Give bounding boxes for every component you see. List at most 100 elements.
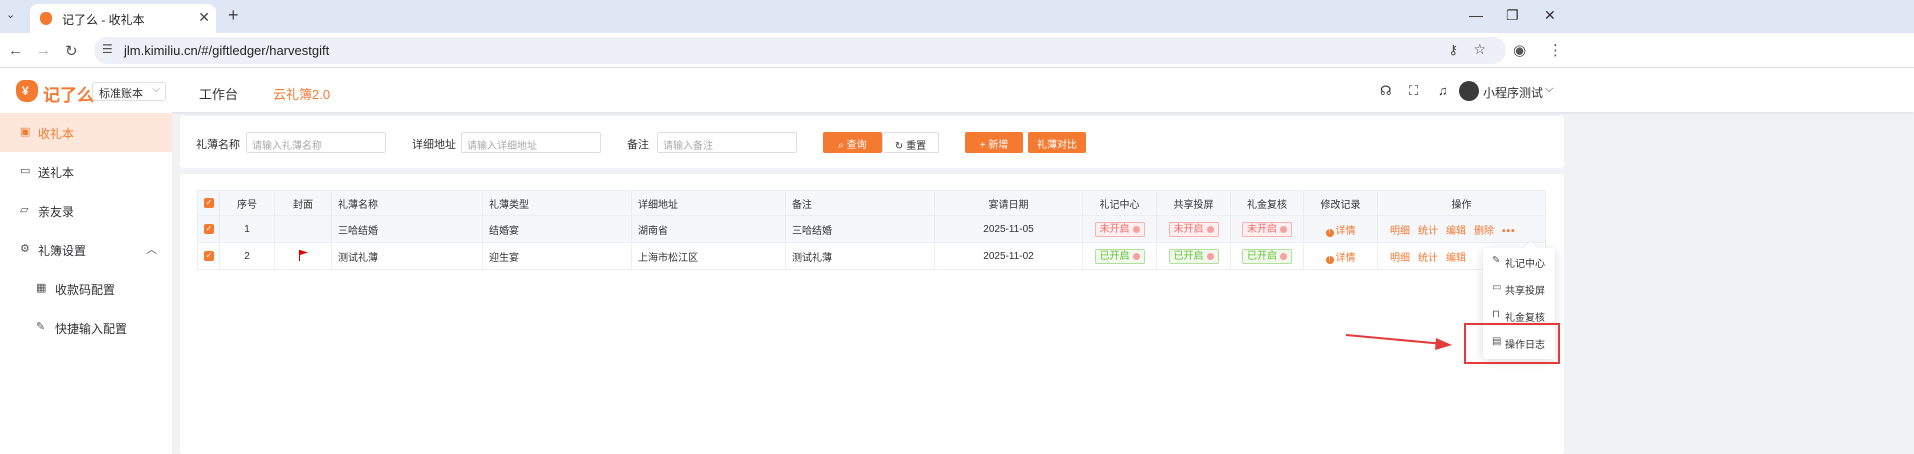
address-label: 详细地址 [412,139,456,151]
detail-action[interactable]: 明细 [1390,253,1410,264]
detail-link[interactable]: ! 详情 [1325,253,1356,264]
col-header: 礼记中心 [1082,190,1157,216]
logo-text: 记了么 [43,86,94,105]
headset-icon[interactable]: ☊ [1380,83,1392,99]
sidebar-item-contacts[interactable]: ▱ 亲友录 [0,191,172,230]
folder-icon: ▱ [20,204,29,216]
add-button[interactable]: + 新增 [965,132,1023,153]
row-checkbox[interactable]: ✓ [197,215,220,243]
check-icon: ✓ [204,223,214,234]
new-tab-icon[interactable]: + [228,5,239,26]
restore-icon[interactable]: ❐ [1506,7,1519,24]
chevron-up-icon: ︿ [146,244,157,256]
chevron-down-icon: ⌵ [152,84,160,95]
name-input[interactable]: 请输入礼薄名称 [246,132,386,153]
cell-no: 1 [219,215,275,243]
sidebar-item-label: 礼簿设置 [38,244,87,258]
username[interactable]: 小程序测试 [1483,84,1543,101]
sidebar-item-receive-book[interactable]: ▣ 收礼本 [0,113,172,152]
forward-icon[interactable]: → [36,42,51,59]
browser-tab-bar: ⌄ 记了么 - 收礼本 ✕ + — ❐ ✕ [0,0,1914,33]
row-checkbox[interactable]: ✓ [197,242,220,270]
cell-review: 未开启 [1230,215,1304,243]
stats-action[interactable]: 统计 [1418,226,1438,237]
cell-address: 上海市松江区 [631,242,786,270]
status-badge[interactable]: 已开启 [1168,248,1219,264]
search-panel: 礼薄名称 请输入礼薄名称 详细地址 请输入详细地址 备注 请输入备注 ⌕ 查询 … [180,116,1564,168]
status-badge[interactable]: 未开启 [1168,221,1219,237]
col-header: 封面 [274,190,332,216]
browser-menu-icon[interactable]: ⋮ [1548,41,1563,59]
status-badge[interactable]: 已开启 [1242,248,1292,264]
table-panel: ✓ 序号 封面 礼薄名称 礼薄类型 详细地址 备注 宴请日期 礼记中心 共享投屏… [180,174,1564,454]
more-icon[interactable]: ••• [1502,226,1516,237]
query-button[interactable]: ⌕ 查询 [823,132,882,153]
status-badge[interactable]: 未开启 [1242,221,1292,237]
monitor-icon: ▭ [1492,282,1502,293]
cell-center: 未开启 [1082,215,1157,243]
col-header: 礼金复核 [1230,190,1304,216]
bell-icon[interactable]: ♫ [1438,83,1448,98]
detail-action[interactable]: 明细 [1390,226,1410,237]
add-button-label: 新增 [988,140,1009,151]
status-dot-icon [1132,252,1140,260]
user-chevron-down-icon[interactable]: ⌵ [1545,83,1553,96]
query-button-label: 查询 [846,140,867,151]
status-text: 未开启 [1247,223,1277,235]
url-field[interactable]: ☰ jlm.kimiliu.cn/#/giftledger/harvestgif… [94,37,1506,64]
fullscreen-icon[interactable]: ⛶ [1409,83,1418,99]
menu-item-label: 礼记中心 [1505,259,1545,270]
back-icon[interactable]: ← [8,42,23,59]
cell-name: 三哈结婚 [331,215,483,243]
window-close-icon[interactable]: ✕ [1544,7,1556,24]
status-badge[interactable]: 已开启 [1094,248,1145,264]
book-icon: ▣ [20,126,31,138]
info-icon: ! [1325,228,1334,237]
col-header: 序号 [219,190,275,216]
browser-tab[interactable]: 记了么 - 收礼本 ✕ [30,4,216,33]
sidebar-item-settings[interactable]: ⚙ 礼簿设置 ︿ [0,230,172,269]
annotation-arrow-icon [1345,334,1452,350]
table-row[interactable]: ✓ 1 三哈结婚 结婚宴 湖南省 三哈结婚 2025-11-05 未开启 未开启… [197,215,1546,243]
ledger-select-value: 标准账本 [99,88,143,100]
sidebar-item-send-book[interactable]: ▭ 送礼本 [0,152,172,191]
edit-action[interactable]: 编辑 [1446,253,1466,264]
ledger-table: ✓ 序号 封面 礼薄名称 礼薄类型 详细地址 备注 宴请日期 礼记中心 共享投屏… [197,190,1546,270]
avatar[interactable] [1459,81,1479,101]
tab-close-icon[interactable]: ✕ [198,9,210,26]
menu-item-gift-center[interactable]: ✎ 礼记中心 [1483,248,1555,275]
address-input[interactable]: 请输入详细地址 [461,132,601,153]
status-badge[interactable]: 未开启 [1094,221,1145,237]
sidebar-item-label: 送礼本 [38,166,75,180]
edit-icon: ✎ [1492,255,1501,266]
edit-action[interactable]: 编辑 [1446,226,1466,237]
profile-icon[interactable]: ◉ [1513,41,1526,59]
cell-actions: 明细 统计 编辑 删除 ••• [1377,215,1546,243]
tab-search-icon[interactable]: ⌄ [6,8,15,21]
reload-icon[interactable]: ↻ [65,42,78,60]
reset-button[interactable]: ↻ 重置 [882,132,939,153]
menu-item-label: 共享投屏 [1505,286,1545,297]
remark-input[interactable]: 请输入备注 [657,132,797,153]
password-key-icon[interactable]: ⚷ [1448,42,1458,58]
check-icon: ✓ [204,197,214,208]
sidebar-item-qrcode-config[interactable]: ▦ 收款码配置 [0,269,172,308]
sidebar-item-quick-input-config[interactable]: ✎ 快捷输入配置 [0,308,172,347]
col-header: 备注 [785,190,935,216]
menu-item-share-screen[interactable]: ▭ 共享投屏 [1483,275,1555,302]
compare-button[interactable]: 礼薄对比 [1028,132,1086,153]
cell-type: 结婚宴 [482,215,632,243]
stats-action[interactable]: 统计 [1418,253,1438,264]
cell-log: ! 详情 [1303,215,1378,243]
bookmark-star-icon[interactable]: ☆ [1473,41,1486,58]
table-row[interactable]: ✓ 2 测试礼薄 迎生宴 上海市松江区 测试礼薄 2025-11-02 已开启 … [197,242,1546,270]
site-info-icon[interactable]: ☰ [102,42,113,56]
nav-workbench[interactable]: 工作台 [199,84,238,103]
minimize-icon[interactable]: — [1469,7,1483,23]
cell-cover [274,242,332,270]
nav-cloud-ledger[interactable]: 云礼簿2.0 [273,84,330,103]
delete-action[interactable]: 删除 [1474,226,1494,237]
select-all-checkbox[interactable]: ✓ [197,190,220,216]
ledger-select[interactable]: 标准账本 ⌵ [92,82,166,101]
detail-link[interactable]: ! 详情 [1325,226,1356,237]
